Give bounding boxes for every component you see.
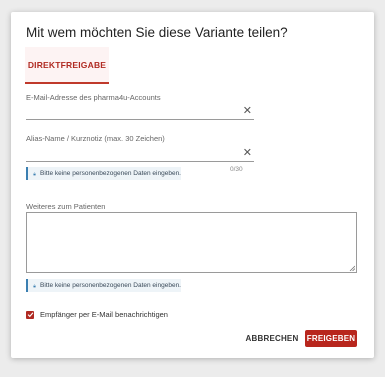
dialog-title: Mit wem möchten Sie diese Variante teile… (26, 25, 288, 40)
privacy-hint-text: Bitte keine personenbezogenen Daten eing… (40, 170, 181, 177)
email-field[interactable] (26, 107, 236, 121)
patient-textarea-wrapper (26, 212, 357, 273)
privacy-hint-text-2: Bitte keine personenbezogenen Daten eing… (40, 282, 181, 289)
cancel-button[interactable]: ABBRECHEN (245, 330, 299, 347)
patient-label: Weiteres zum Patienten (26, 202, 106, 211)
share-dialog: Mit wem möchten Sie diese Variante teile… (11, 12, 374, 358)
email-field-wrapper: ✕ (26, 104, 254, 121)
tab-label: DIREKTFREIGABE (27, 59, 107, 70)
lock-icon (33, 284, 36, 287)
clear-alias-icon[interactable]: ✕ (243, 146, 252, 160)
alias-field[interactable] (26, 149, 236, 163)
notify-checkbox[interactable] (26, 310, 34, 319)
share-button[interactable]: FREIGEBEN (305, 330, 357, 347)
patient-textarea[interactable] (27, 213, 356, 272)
resize-handle-icon[interactable] (349, 265, 355, 271)
tab-direktfreigabe[interactable]: DIREKTFREIGABE (25, 47, 109, 84)
alias-field-wrapper: ✕ (26, 146, 254, 163)
notify-option[interactable]: Empfänger per E-Mail benachrichtigen (26, 310, 168, 319)
lock-icon (33, 172, 36, 175)
alias-counter: 0/30 (230, 166, 243, 173)
checkmark-icon (27, 312, 33, 318)
privacy-hint-2: Bitte keine personenbezogenen Daten eing… (26, 279, 181, 292)
alias-label: Alias-Name / Kurznotiz (max. 30 Zeichen) (26, 134, 165, 143)
email-label: E-Mail-Adresse des pharma4u-Accounts (26, 93, 161, 102)
notify-label: Empfänger per E-Mail benachrichtigen (40, 310, 168, 319)
privacy-hint: Bitte keine personenbezogenen Daten eing… (26, 167, 181, 180)
clear-email-icon[interactable]: ✕ (243, 104, 252, 118)
